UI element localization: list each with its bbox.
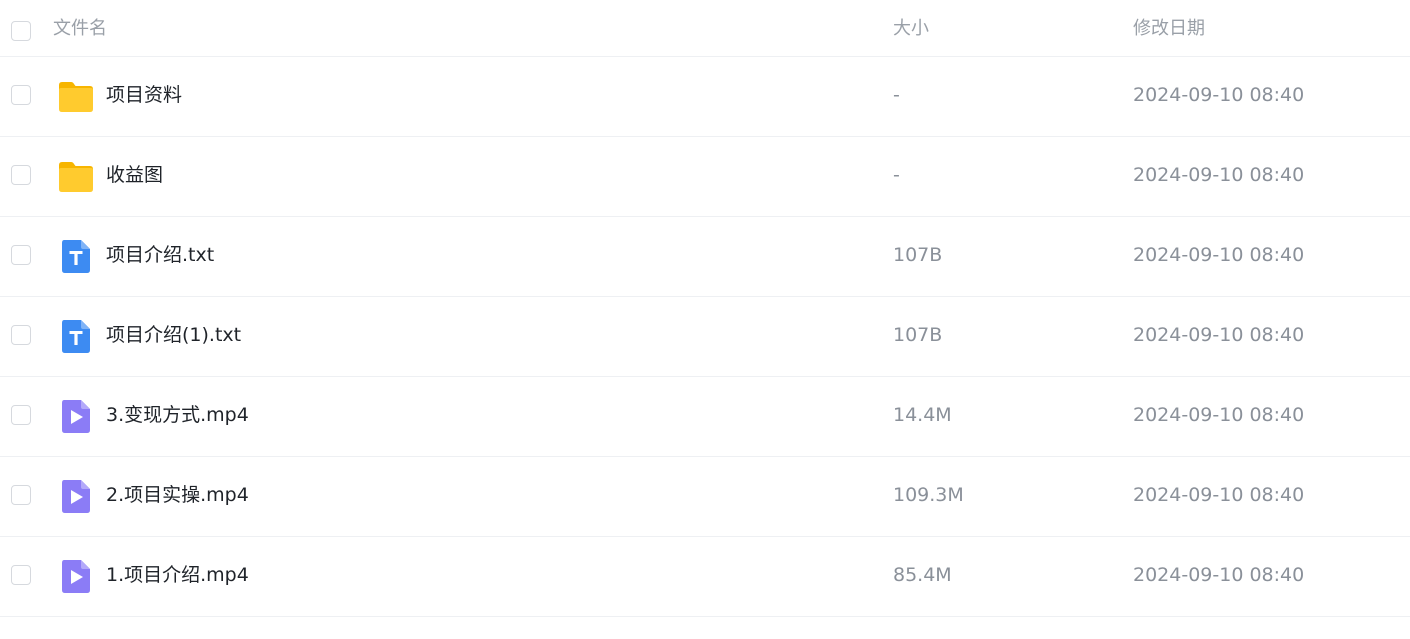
modified-date: 2024-09-10 08:40 bbox=[1133, 484, 1305, 506]
table-row[interactable]: 项目资料 - 2024-09-10 08:40 bbox=[0, 57, 1410, 137]
text-file-icon bbox=[56, 316, 96, 356]
modified-date: 2024-09-10 08:40 bbox=[1133, 324, 1305, 346]
file-size: - bbox=[893, 164, 900, 186]
column-header-name[interactable]: 文件名 bbox=[53, 16, 107, 42]
file-size: 107B bbox=[893, 244, 943, 266]
text-file-icon bbox=[56, 236, 96, 276]
file-list: 文件名 大小 修改日期 项目资料 - 2024-09-10 08:40 收益图 - 202… bbox=[0, 0, 1410, 639]
video-file-icon bbox=[56, 556, 96, 596]
folder-icon bbox=[56, 76, 96, 116]
modified-date: 2024-09-10 08:40 bbox=[1133, 404, 1305, 426]
table-row[interactable]: 2.项目实操.mp4 109.3M 2024-09-10 08:40 bbox=[0, 457, 1410, 537]
file-name[interactable]: 项目资料 bbox=[106, 81, 182, 109]
row-checkbox[interactable] bbox=[11, 405, 31, 425]
modified-date: 2024-09-10 08:40 bbox=[1133, 164, 1305, 186]
row-checkbox[interactable] bbox=[11, 485, 31, 505]
table-row[interactable]: 收益图 - 2024-09-10 08:40 bbox=[0, 137, 1410, 217]
row-checkbox[interactable] bbox=[11, 165, 31, 185]
file-size: 109.3M bbox=[893, 484, 964, 506]
table-header: 文件名 大小 修改日期 bbox=[0, 0, 1410, 57]
file-size: 14.4M bbox=[893, 404, 952, 426]
row-checkbox[interactable] bbox=[11, 245, 31, 265]
table-row[interactable]: 项目介绍.txt 107B 2024-09-10 08:40 bbox=[0, 217, 1410, 297]
file-size: 107B bbox=[893, 324, 943, 346]
column-header-date[interactable]: 修改日期 bbox=[1133, 16, 1205, 42]
row-checkbox[interactable] bbox=[11, 85, 31, 105]
modified-date: 2024-09-10 08:40 bbox=[1133, 84, 1305, 106]
row-checkbox[interactable] bbox=[11, 325, 31, 345]
file-size: - bbox=[893, 84, 900, 106]
modified-date: 2024-09-10 08:40 bbox=[1133, 244, 1305, 266]
file-size: 85.4M bbox=[893, 564, 952, 586]
file-name[interactable]: 项目介绍.txt bbox=[106, 241, 214, 269]
file-name[interactable]: 3.变现方式.mp4 bbox=[106, 401, 249, 429]
file-name[interactable]: 2.项目实操.mp4 bbox=[106, 481, 249, 509]
file-name[interactable]: 1.项目介绍.mp4 bbox=[106, 561, 249, 589]
folder-icon bbox=[56, 156, 96, 196]
column-header-size[interactable]: 大小 bbox=[893, 16, 929, 42]
file-name[interactable]: 收益图 bbox=[106, 161, 163, 189]
table-row[interactable]: 1.项目介绍.mp4 85.4M 2024-09-10 08:40 bbox=[0, 537, 1410, 617]
row-checkbox[interactable] bbox=[11, 565, 31, 585]
table-row[interactable]: 3.变现方式.mp4 14.4M 2024-09-10 08:40 bbox=[0, 377, 1410, 457]
modified-date: 2024-09-10 08:40 bbox=[1133, 564, 1305, 586]
video-file-icon bbox=[56, 396, 96, 436]
file-name[interactable]: 项目介绍(1).txt bbox=[106, 321, 241, 349]
select-all-checkbox[interactable] bbox=[11, 21, 31, 41]
table-row[interactable]: 项目介绍(1).txt 107B 2024-09-10 08:40 bbox=[0, 297, 1410, 377]
video-file-icon bbox=[56, 476, 96, 516]
